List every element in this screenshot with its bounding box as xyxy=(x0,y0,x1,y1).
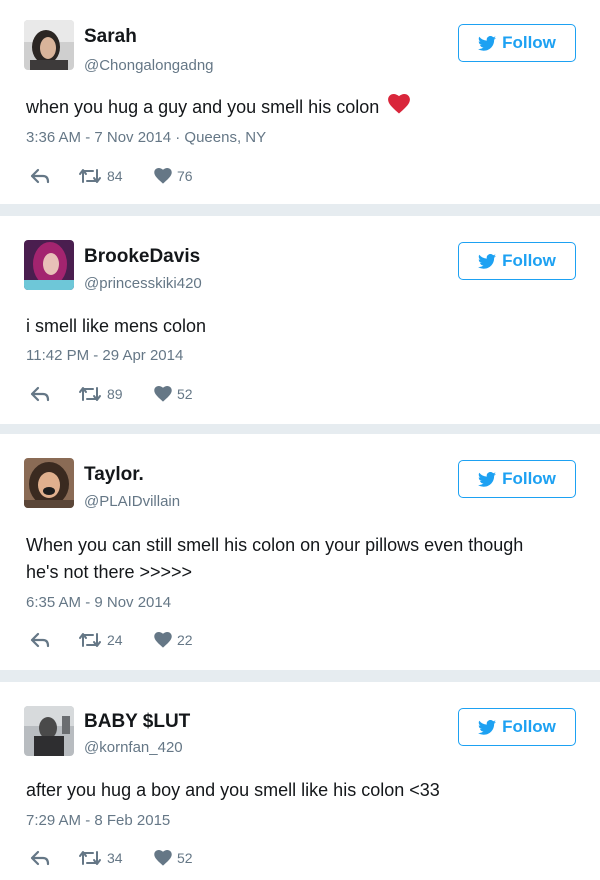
reply-icon xyxy=(30,386,50,402)
reply-button[interactable] xyxy=(30,386,78,402)
retweet-count: 34 xyxy=(107,850,123,866)
retweet-count: 24 xyxy=(107,632,123,648)
like-button[interactable]: 22 xyxy=(154,632,193,648)
red-heart-emoji xyxy=(388,94,411,122)
user-handle[interactable]: @PLAIDvillain xyxy=(84,493,180,510)
display-name[interactable]: BABY $LUT xyxy=(84,711,190,733)
tweet-actions: 24 22 xyxy=(30,630,193,650)
follow-button-label: Follow xyxy=(502,469,556,488)
like-icon xyxy=(154,850,172,866)
like-count: 76 xyxy=(177,168,193,184)
avatar[interactable] xyxy=(24,240,74,290)
retweet-count: 89 xyxy=(107,386,123,402)
tweet-timestamp[interactable]: 3:36 AM - 7 Nov 2014 · Queens, NY xyxy=(26,129,266,146)
tweet-text: when you hug a guy and you smell his col… xyxy=(26,97,380,117)
tweet-card: BABY $LUT @kornfan_420 Follow after you … xyxy=(0,682,600,880)
like-icon xyxy=(154,168,172,184)
user-handle[interactable]: @kornfan_420 xyxy=(84,739,183,756)
retweet-icon xyxy=(78,386,102,402)
tweet-timestamp[interactable]: 6:35 AM - 9 Nov 2014 xyxy=(26,594,171,611)
reply-button[interactable] xyxy=(30,632,78,648)
tweet-timestamp[interactable]: 11:42 PM - 29 Apr 2014 xyxy=(26,347,183,364)
tweet-card: Sarah @Chongalongadng Follow when you hu… xyxy=(0,0,600,204)
like-button[interactable]: 52 xyxy=(154,386,193,402)
retweet-count: 84 xyxy=(107,168,123,184)
tweet-actions: 84 76 xyxy=(30,166,193,186)
retweet-icon xyxy=(78,632,102,648)
like-icon xyxy=(154,632,172,648)
display-name[interactable]: BrookeDavis xyxy=(84,246,200,268)
follow-button[interactable]: Follow xyxy=(458,242,576,280)
twitter-bird-icon xyxy=(478,35,497,51)
retweet-button[interactable]: 84 xyxy=(78,168,154,184)
reply-button[interactable] xyxy=(30,850,78,866)
user-handle[interactable]: @Chongalongadng xyxy=(84,57,214,74)
user-handle[interactable]: @princesskiki420 xyxy=(84,275,202,292)
avatar[interactable] xyxy=(24,458,74,508)
tweet-card: BrookeDavis @princesskiki420 Follow i sm… xyxy=(0,216,600,424)
like-icon xyxy=(154,386,172,402)
reply-icon xyxy=(30,168,50,184)
reply-icon xyxy=(30,632,50,648)
tweet-text-container: when you hug a guy and you smell his col… xyxy=(26,94,566,122)
like-count: 22 xyxy=(177,632,193,648)
tweet-actions: 89 52 xyxy=(30,384,193,404)
reply-button[interactable] xyxy=(30,168,78,184)
follow-button[interactable]: Follow xyxy=(458,460,576,498)
follow-button-label: Follow xyxy=(502,251,556,270)
retweet-icon xyxy=(78,850,102,866)
reply-icon xyxy=(30,850,50,866)
tweet-actions: 34 52 xyxy=(30,848,193,868)
retweet-icon xyxy=(78,168,102,184)
follow-button[interactable]: Follow xyxy=(458,24,576,62)
follow-button[interactable]: Follow xyxy=(458,708,576,746)
avatar[interactable] xyxy=(24,20,74,70)
display-name[interactable]: Sarah xyxy=(84,26,137,48)
tweet-text: When you can still smell his colon on yo… xyxy=(26,535,524,582)
follow-button-label: Follow xyxy=(502,717,556,736)
retweet-button[interactable]: 24 xyxy=(78,632,154,648)
tweet-timestamp[interactable]: 7:29 AM - 8 Feb 2015 xyxy=(26,812,170,829)
tweet-text: i smell like mens colon xyxy=(26,316,207,336)
like-button[interactable]: 76 xyxy=(154,168,193,184)
twitter-bird-icon xyxy=(478,253,497,269)
like-button[interactable]: 52 xyxy=(154,850,193,866)
like-count: 52 xyxy=(177,386,193,402)
twitter-bird-icon xyxy=(478,719,497,735)
avatar[interactable] xyxy=(24,706,74,756)
tweet-text: after you hug a boy and you smell like h… xyxy=(26,780,440,800)
tweet-card: Taylor. @PLAIDvillain Follow When you ca… xyxy=(0,434,600,670)
twitter-bird-icon xyxy=(478,471,497,487)
retweet-button[interactable]: 89 xyxy=(78,386,154,402)
display-name[interactable]: Taylor. xyxy=(84,464,144,486)
like-count: 52 xyxy=(177,850,193,866)
follow-button-label: Follow xyxy=(502,33,556,52)
retweet-button[interactable]: 34 xyxy=(78,850,154,866)
